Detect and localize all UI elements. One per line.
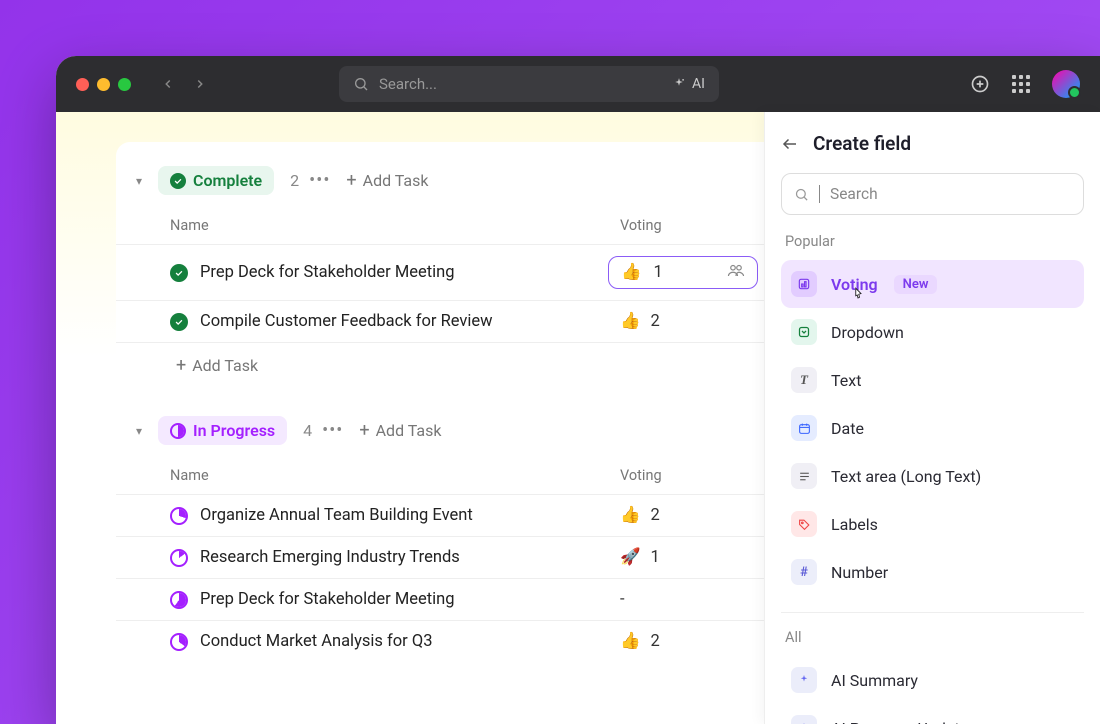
task-progress-icon (170, 633, 188, 651)
back-arrow-icon[interactable] (781, 135, 799, 153)
vote-emoji: 👍 (620, 312, 641, 331)
user-avatar[interactable] (1052, 70, 1080, 98)
ai-button[interactable]: AI (672, 76, 705, 92)
field-option-ai-progress[interactable]: AI Progress Updates (781, 704, 1084, 724)
vote-count: 2 (651, 632, 660, 651)
column-voting-header: Voting (620, 217, 760, 234)
vote-count: 2 (651, 312, 660, 331)
column-name-header: Name (170, 467, 620, 484)
progress-circle-icon (170, 423, 186, 439)
section-count: 4 (303, 421, 312, 440)
plus-icon: + (346, 170, 356, 191)
section-menu-icon[interactable]: ••• (309, 170, 330, 191)
task-title: Prep Deck for Stakeholder Meeting (200, 263, 455, 282)
sparkle-icon (672, 77, 686, 91)
task-title: Organize Annual Team Building Event (200, 506, 473, 525)
new-badge: New (894, 275, 938, 294)
separator (781, 612, 1084, 613)
sparkle-icon (791, 715, 817, 724)
field-option-date[interactable]: Date (781, 404, 1084, 452)
task-complete-icon (170, 313, 188, 331)
section-count: 2 (290, 171, 299, 190)
check-circle-icon (170, 173, 186, 189)
text-icon: T (791, 367, 817, 393)
task-title: Conduct Market Analysis for Q3 (200, 632, 432, 651)
status-pill-complete[interactable]: Complete (158, 166, 274, 195)
vote-count: 1 (651, 548, 660, 567)
nav-back-icon[interactable] (161, 77, 175, 91)
field-option-textarea[interactable]: Text area (Long Text) (781, 452, 1084, 500)
plus-icon: + (176, 355, 186, 376)
create-field-panel: Create field Search Popular Voting New D… (764, 112, 1100, 724)
calendar-icon (791, 415, 817, 441)
section-collapse-toggle[interactable]: ▾ (130, 174, 148, 188)
field-option-labels[interactable]: Labels (781, 500, 1084, 548)
sparkle-icon (791, 667, 817, 693)
close-window-button[interactable] (76, 78, 89, 91)
field-option-ai-summary[interactable]: AI Summary (781, 656, 1084, 704)
add-icon[interactable] (970, 74, 990, 94)
task-progress-icon (170, 591, 188, 609)
window-traffic-lights (76, 78, 131, 91)
pointer-cursor-icon (849, 286, 867, 308)
global-search[interactable]: Search... AI (339, 66, 719, 102)
task-title: Compile Customer Feedback for Review (200, 312, 493, 331)
voting-cell[interactable]: 👍 2 (620, 506, 760, 525)
search-icon (353, 76, 369, 92)
voting-cell-highlighted[interactable]: 👍 1 (608, 256, 758, 289)
field-option-text[interactable]: T Text (781, 356, 1084, 404)
search-icon (794, 187, 809, 202)
vote-emoji: 👍 (620, 506, 641, 525)
column-voting-header: Voting (620, 467, 760, 484)
vote-emoji: 🚀 (620, 548, 641, 567)
voting-cell[interactable]: 👍 2 (620, 312, 760, 331)
dropdown-icon (791, 319, 817, 345)
field-option-dropdown[interactable]: Dropdown (781, 308, 1084, 356)
add-task-button[interactable]: + Add Task (359, 420, 441, 441)
voting-cell[interactable]: - (620, 590, 760, 609)
column-name-header: Name (170, 217, 620, 234)
search-placeholder: Search... (379, 75, 662, 93)
tag-icon (791, 511, 817, 537)
minimize-window-button[interactable] (97, 78, 110, 91)
search-placeholder: Search (830, 185, 878, 203)
vote-count: 1 (654, 263, 663, 282)
plus-icon: + (359, 420, 369, 441)
panel-search-input[interactable]: Search (781, 173, 1084, 215)
section-collapse-toggle[interactable]: ▾ (130, 424, 148, 438)
textarea-icon (791, 463, 817, 489)
field-option-number[interactable]: # Number (781, 548, 1084, 596)
field-option-voting[interactable]: Voting New (781, 260, 1084, 308)
apps-icon[interactable] (1012, 75, 1030, 93)
task-title: Research Emerging Industry Trends (200, 548, 460, 567)
panel-title: Create field (781, 132, 1084, 155)
task-progress-icon (170, 507, 188, 525)
titlebar: Search... AI (56, 56, 1100, 112)
vote-emoji: 👍 (621, 263, 642, 282)
app-window: Search... AI ▾ Complete 2 ••• (56, 56, 1100, 724)
status-pill-in-progress[interactable]: In Progress (158, 416, 287, 445)
hash-icon: # (791, 559, 817, 585)
task-title: Prep Deck for Stakeholder Meeting (200, 590, 455, 609)
maximize-window-button[interactable] (118, 78, 131, 91)
group-label-popular: Popular (785, 233, 1080, 250)
people-icon (727, 263, 745, 282)
vote-count: 2 (651, 506, 660, 525)
voting-cell[interactable]: 👍 2 (620, 632, 760, 651)
nav-forward-icon[interactable] (193, 77, 207, 91)
section-menu-icon[interactable]: ••• (322, 420, 343, 441)
voting-icon (791, 271, 817, 297)
vote-text: - (620, 590, 625, 609)
text-cursor (819, 185, 820, 203)
task-complete-icon (170, 264, 188, 282)
vote-emoji: 👍 (620, 632, 641, 651)
task-progress-icon (170, 549, 188, 567)
add-task-button[interactable]: + Add Task (346, 170, 428, 191)
group-label-all: All (785, 629, 1080, 646)
voting-cell[interactable]: 🚀 1 (620, 548, 760, 567)
nav-arrows (161, 77, 207, 91)
